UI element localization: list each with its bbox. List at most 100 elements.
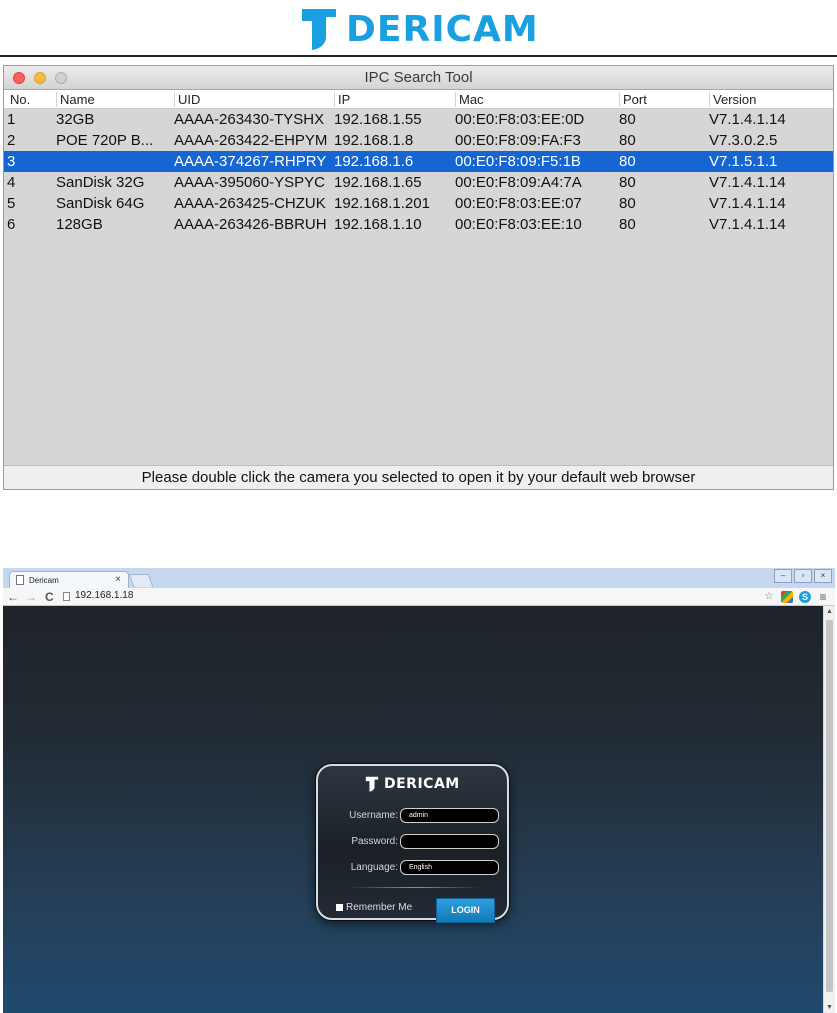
cell-name: POE 720P B...: [56, 132, 154, 149]
logo-wordmark: DERICAM: [346, 8, 539, 50]
column-header-name[interactable]: Name: [56, 92, 95, 107]
login-brand: DERICAM: [384, 776, 460, 792]
tab-strip: Dericam × – ▫ ×: [3, 568, 835, 588]
table-row[interactable]: 2 POE 720P B... AAAA-263422-EHPYM 192.16…: [4, 130, 833, 151]
cell-version: V7.1.5.1.1: [709, 153, 778, 170]
login-panel: DERICAM Username: admin Password: Langua…: [316, 764, 511, 923]
reload-icon[interactable]: C: [45, 590, 54, 604]
window-title: IPC Search Tool: [364, 69, 473, 86]
back-icon[interactable]: ←: [7, 590, 19, 604]
page-icon: [63, 592, 70, 601]
cell-name: SanDisk 64G: [56, 195, 145, 212]
table-header: No. Name UID IP Mac Port Version: [4, 90, 833, 109]
cell-mac: 00:E0:F8:09:A4:7A: [455, 174, 582, 191]
close-icon[interactable]: ×: [814, 569, 832, 583]
ipc-search-tool-window: IPC Search Tool No. Name UID IP Mac Port…: [3, 65, 834, 490]
vertical-scrollbar[interactable]: ▲ ▼: [823, 606, 835, 1013]
menu-icon[interactable]: ≡: [817, 591, 829, 603]
status-hint: Please double click the camera you selec…: [4, 465, 833, 489]
cell-no: 5: [7, 195, 16, 212]
cell-version: V7.3.0.2.5: [709, 132, 778, 149]
cell-version: V7.1.4.1.14: [709, 111, 786, 128]
camera-list: 1 32GB AAAA-263430-TYSHX 192.168.1.55 00…: [4, 109, 833, 235]
remember-me-label: Remember Me: [346, 902, 413, 913]
cell-version: V7.1.4.1.14: [709, 216, 786, 233]
skype-icon[interactable]: S: [799, 591, 811, 603]
browser-window: Dericam × – ▫ × ← → C 192.168.1.18 ☆ S ≡…: [3, 568, 835, 1013]
cell-name: SanDisk 32G: [56, 174, 145, 191]
column-header-uid[interactable]: UID: [174, 92, 200, 107]
close-tab-icon[interactable]: ×: [115, 574, 121, 585]
column-header-ip[interactable]: IP: [334, 92, 350, 107]
username-input[interactable]: admin: [400, 808, 499, 823]
cell-mac: 00:E0:F8:03:EE:07: [455, 195, 582, 212]
cell-ip: 192.168.1.8: [334, 132, 414, 149]
language-label: Language:: [350, 862, 398, 873]
cell-no: 6: [7, 216, 16, 233]
cell-uid: AAAA-395060-YSPYC: [174, 174, 325, 191]
address-bar[interactable]: 192.168.1.18: [75, 590, 133, 601]
cell-ip: 192.168.1.201: [334, 195, 430, 212]
new-tab-button[interactable]: [128, 574, 154, 587]
cell-version: V7.1.4.1.14: [709, 195, 786, 212]
username-row: Username: admin: [318, 808, 511, 824]
cell-port: 80: [619, 195, 636, 212]
cell-uid: AAAA-263426-BBRUH: [174, 216, 327, 233]
cell-ip: 192.168.1.10: [334, 216, 422, 233]
table-row[interactable]: 4 SanDisk 32G AAAA-395060-YSPYC 192.168.…: [4, 172, 833, 193]
cell-port: 80: [619, 153, 636, 170]
table-row[interactable]: 5 SanDisk 64G AAAA-263425-CHZUK 192.168.…: [4, 193, 833, 214]
window-titlebar: IPC Search Tool: [4, 66, 833, 90]
password-row: Password:: [318, 834, 511, 850]
header-divider: [0, 55, 837, 57]
cell-no: 2: [7, 132, 16, 149]
cell-port: 80: [619, 216, 636, 233]
password-input[interactable]: [400, 834, 499, 849]
scrollbar-thumb[interactable]: [826, 620, 833, 992]
cell-uid: AAAA-263425-CHZUK: [174, 195, 326, 212]
cell-uid: AAAA-374267-RHPRY: [174, 153, 327, 170]
cell-mac: 00:E0:F8:03:EE:10: [455, 216, 582, 233]
forward-icon[interactable]: →: [25, 590, 37, 604]
extension-icon[interactable]: [781, 591, 793, 603]
language-row: Language: English: [318, 860, 511, 876]
browser-toolbar: ← → C 192.168.1.18 ☆ S ≡: [3, 588, 835, 606]
table-row[interactable]: 1 32GB AAAA-263430-TYSHX 192.168.1.55 00…: [4, 109, 833, 130]
column-header-mac[interactable]: Mac: [455, 92, 484, 107]
column-header-port[interactable]: Port: [619, 92, 647, 107]
restore-icon[interactable]: ▫: [794, 569, 812, 583]
tab-title: Dericam: [29, 576, 59, 585]
scroll-up-icon[interactable]: ▲: [826, 608, 833, 615]
cell-ip: 192.168.1.55: [334, 111, 422, 128]
table-row[interactable]: 6 128GB AAAA-263426-BBRUH 192.168.1.10 0…: [4, 214, 833, 235]
cell-port: 80: [619, 174, 636, 191]
cell-port: 80: [619, 132, 636, 149]
star-icon[interactable]: ☆: [763, 591, 775, 603]
dericam-logo: DERICAM: [300, 6, 539, 52]
username-label: Username:: [349, 810, 398, 821]
cell-version: V7.1.4.1.14: [709, 174, 786, 191]
cell-ip: 192.168.1.65: [334, 174, 422, 191]
login-divider: [348, 887, 481, 888]
minimize-icon[interactable]: –: [774, 569, 792, 583]
login-logo: DERICAM: [365, 776, 460, 792]
page-viewport: DERICAM Username: admin Password: Langua…: [3, 606, 823, 1013]
cell-uid: AAAA-263422-EHPYM: [174, 132, 328, 149]
cell-no: 4: [7, 174, 16, 191]
cell-no: 1: [7, 111, 16, 128]
dericam-shield-icon: [302, 9, 336, 50]
cell-name: 128GB: [56, 216, 103, 233]
cell-mac: 00:E0:F8:09:F5:1B: [455, 153, 581, 170]
column-header-version[interactable]: Version: [709, 92, 756, 107]
remember-me[interactable]: Remember Me: [336, 902, 412, 913]
column-header-no[interactable]: No.: [7, 92, 30, 107]
cell-no: 3: [7, 153, 16, 170]
table-row-selected[interactable]: 3 AAAA-374267-RHPRY 192.168.1.6 00:E0:F8…: [4, 151, 833, 172]
login-button[interactable]: LOGIN: [436, 898, 495, 923]
scroll-down-icon[interactable]: ▼: [826, 1004, 833, 1011]
cell-port: 80: [619, 111, 636, 128]
cell-uid: AAAA-263430-TYSHX: [174, 111, 325, 128]
tab-dericam[interactable]: Dericam ×: [9, 571, 129, 588]
language-select[interactable]: English: [400, 860, 499, 875]
remember-me-checkbox[interactable]: [336, 904, 343, 911]
